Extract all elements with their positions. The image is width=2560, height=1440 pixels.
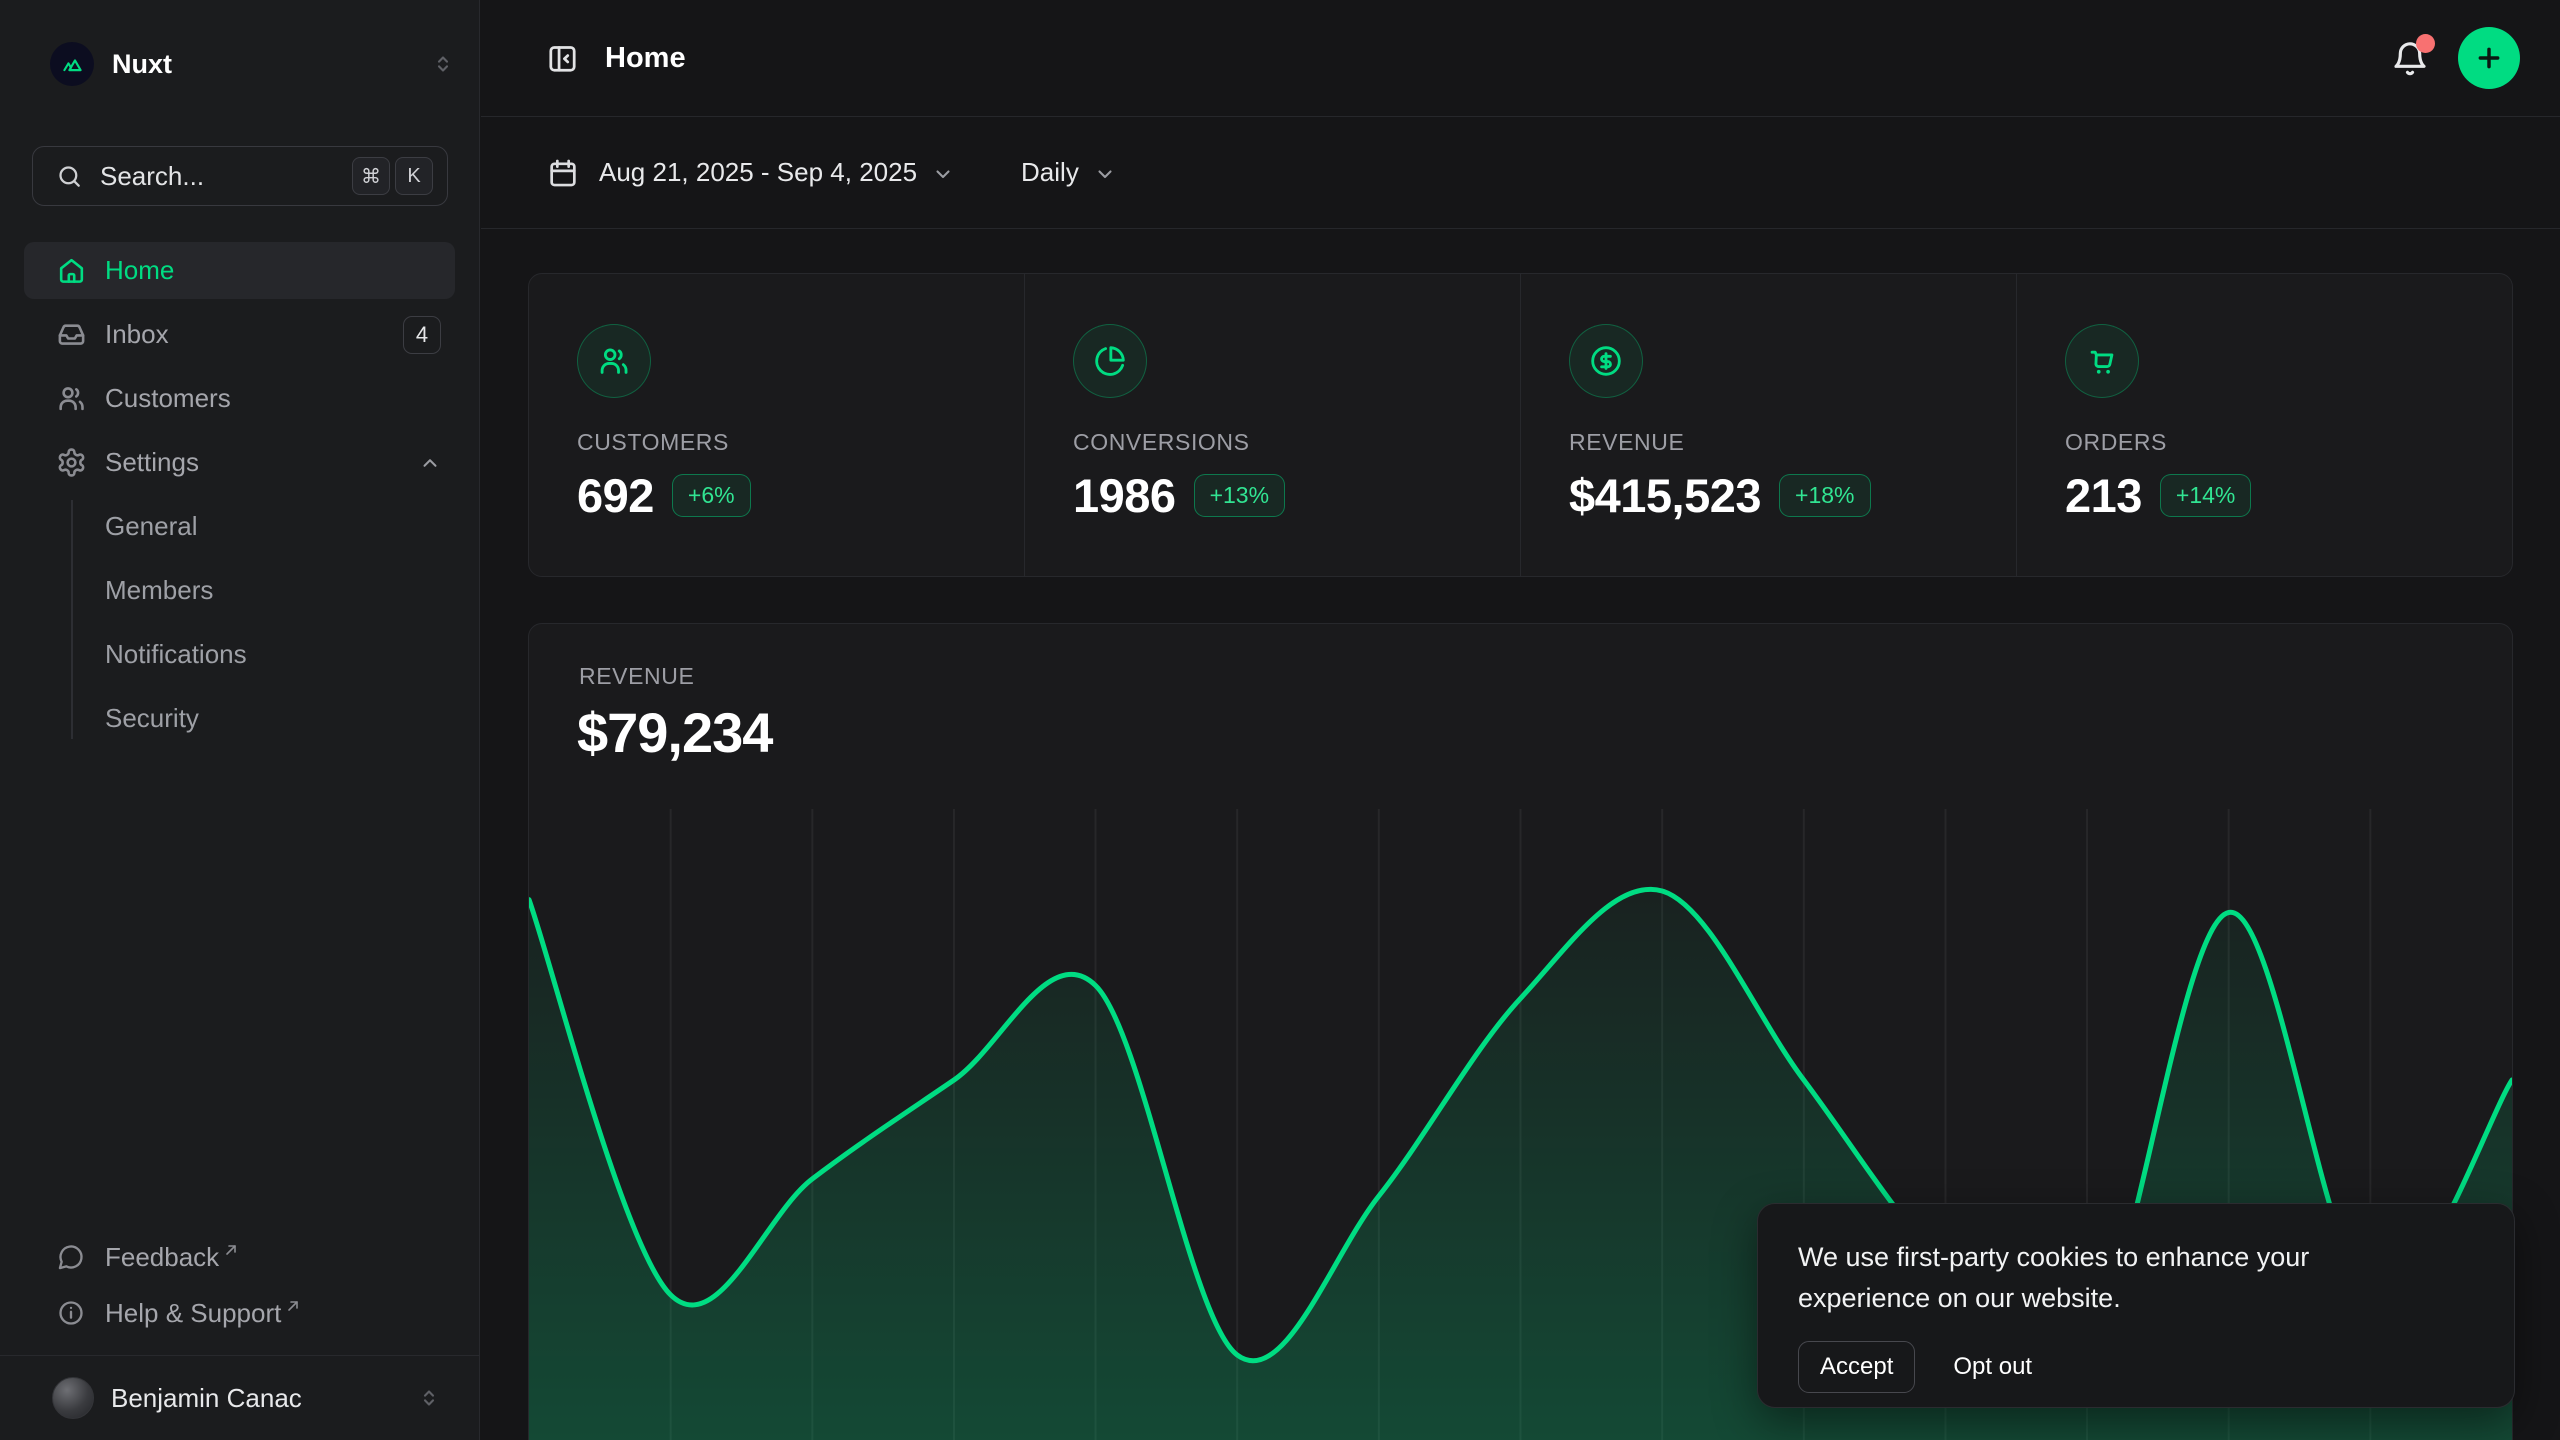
notifications-button[interactable] [2390,38,2430,78]
workspace-switcher[interactable]: Nuxt [32,28,455,100]
accept-cookies-button[interactable]: Accept [1798,1341,1915,1393]
sidebar-item-inbox[interactable]: Inbox 4 [24,306,455,363]
avatar [52,1377,94,1419]
kbd-k: K [395,157,433,195]
sidebar-item-label: General [105,511,198,542]
stat-label: CUSTOMERS [577,429,1024,456]
chevrons-up-down-icon[interactable] [431,52,455,76]
sidebar-item-members[interactable]: Members [24,562,455,619]
page-title: Home [605,42,2390,75]
feedback-label: Feedback [105,1242,219,1273]
stats-summary-card: CUSTOMERS 692 +6% CONVERSIONS 1986 +13% [528,273,2513,577]
sidebar-item-home[interactable]: Home [24,242,455,299]
chevrons-up-down-icon [417,1386,441,1410]
chevron-up-icon [419,452,441,474]
stat-label: ORDERS [2065,429,2512,456]
sidebar-item-label: Security [105,703,199,734]
sidebar-footer: Feedback Help & Support Ben [24,1229,455,1440]
stat-delta-badge: +13% [1194,474,1285,517]
users-circle-icon [577,324,651,398]
dashboard-app: { "app": { "accent_color": "#00dc82", "b… [0,0,2560,1440]
sidebar-item-notifications[interactable]: Notifications [24,626,455,683]
stat-delta-badge: +6% [672,474,751,517]
users-icon [55,383,87,414]
search-icon [56,163,83,190]
kbd-command: ⌘ [352,157,390,195]
revenue-card-label: REVENUE [579,663,694,690]
optout-cookies-button[interactable]: Opt out [1953,1353,2032,1381]
sidebar-item-label: Members [105,575,213,606]
settings-children: General Members Notifications Security [24,498,455,747]
sidebar-item-settings[interactable]: Settings [24,434,455,491]
collapse-sidebar-icon[interactable] [546,42,579,75]
help-support-label: Help & Support [105,1298,281,1329]
sidebar-item-label: Home [105,255,441,286]
cookie-message: We use first-party cookies to enhance yo… [1798,1237,2418,1319]
sidebar-item-label: Settings [105,447,419,478]
external-link-icon [223,1242,239,1258]
sidebar-item-security[interactable]: Security [24,690,455,747]
date-range-label: Aug 21, 2025 - Sep 4, 2025 [599,157,917,188]
stat-delta-badge: +14% [2160,474,2251,517]
granularity-select[interactable]: Daily [955,157,1117,188]
inbox-unread-badge: 4 [403,316,441,354]
nuxt-logo-icon [50,42,94,86]
cart-icon [2065,324,2139,398]
stat-revenue[interactable]: REVENUE $415,523 +18% [1520,274,2016,576]
info-circle-icon [55,1299,87,1327]
stat-orders[interactable]: ORDERS 213 +14% [2016,274,2512,576]
chevron-down-icon [931,162,955,186]
user-menu[interactable]: Benjamin Canac [24,1356,455,1440]
stat-value: 692 [577,468,654,523]
date-range-picker[interactable]: Aug 21, 2025 - Sep 4, 2025 [546,156,955,190]
dollar-circle-icon [1569,324,1643,398]
indent-guide [71,500,73,739]
sidebar-item-label: Customers [105,383,441,414]
sidebar-item-general[interactable]: General [24,498,455,555]
chevron-down-icon [1093,162,1117,186]
pie-chart-icon [1073,324,1147,398]
stat-conversions[interactable]: CONVERSIONS 1986 +13% [1024,274,1520,576]
filter-toolbar: Aug 21, 2025 - Sep 4, 2025 Daily [481,117,2560,229]
cookie-banner: We use first-party cookies to enhance yo… [1757,1203,2515,1408]
add-button[interactable] [2458,27,2520,89]
feedback-link[interactable]: Feedback [24,1229,455,1285]
home-icon [55,255,87,286]
sidebar-item-label: Inbox [105,319,403,350]
user-name: Benjamin Canac [111,1383,417,1414]
workspace-name: Nuxt [112,49,431,80]
granularity-label: Daily [1021,157,1079,188]
revenue-total: $79,234 [577,700,772,765]
gear-icon [55,447,87,478]
stat-label: REVENUE [1569,429,2016,456]
plus-icon [2473,42,2505,74]
stat-value: 213 [2065,468,2142,523]
sidebar: Nuxt Search... ⌘ K Home [0,0,480,1440]
stat-customers[interactable]: CUSTOMERS 692 +6% [529,274,1024,576]
external-link-icon [285,1298,301,1314]
sidebar-nav: Home Inbox 4 Customers [24,242,455,754]
stat-value: 1986 [1073,468,1176,523]
help-support-link[interactable]: Help & Support [24,1285,455,1341]
stat-label: CONVERSIONS [1073,429,1520,456]
chat-bubble-icon [55,1243,87,1271]
search-placeholder: Search... [100,161,347,192]
inbox-icon [55,319,87,350]
stat-delta-badge: +18% [1779,474,1870,517]
stat-value: $415,523 [1569,468,1761,523]
sidebar-item-customers[interactable]: Customers [24,370,455,427]
search-input[interactable]: Search... ⌘ K [32,146,448,206]
sidebar-item-label: Notifications [105,639,247,670]
calendar-icon [546,156,580,190]
notification-dot [2416,34,2435,53]
page-header: Home [481,0,2560,117]
